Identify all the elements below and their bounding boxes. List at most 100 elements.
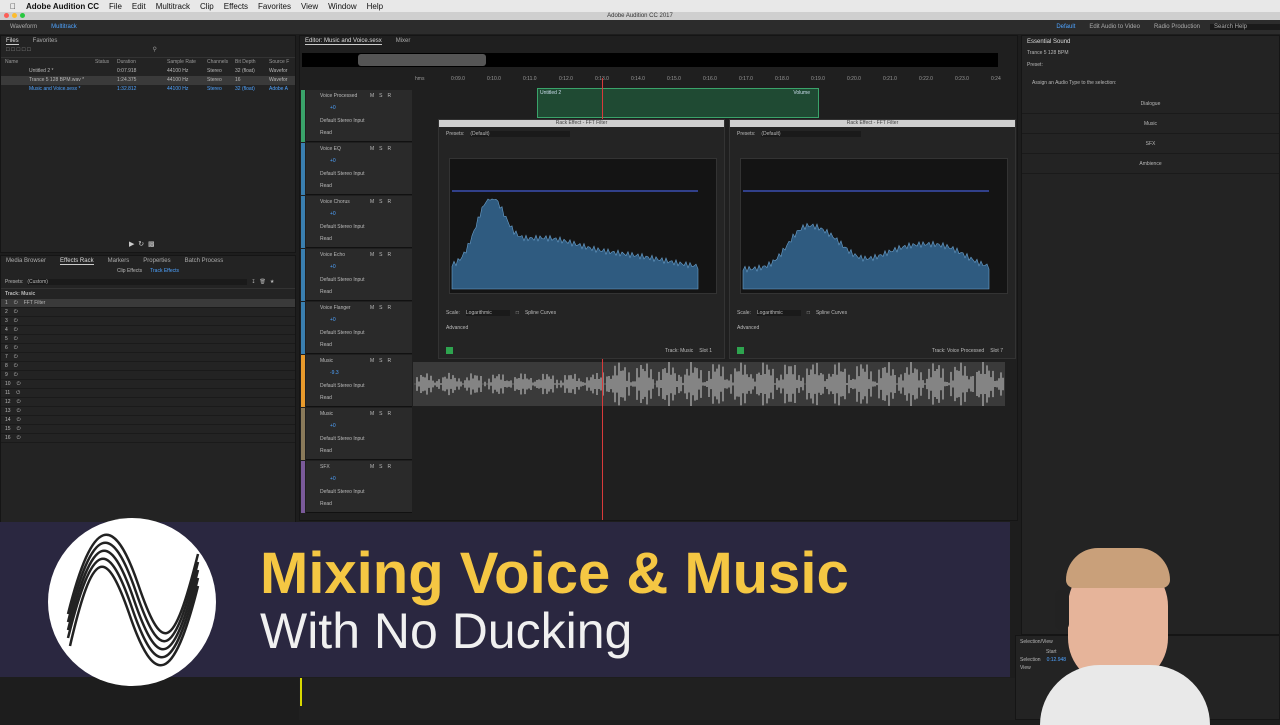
- effect-slot[interactable]: 9 ⏻: [1, 371, 295, 380]
- multitrack-button[interactable]: Multitrack: [47, 24, 81, 30]
- power-icon[interactable]: ⏻: [14, 363, 18, 369]
- power-icon[interactable]: ⏻: [17, 435, 21, 441]
- track-automation-mode[interactable]: Read: [320, 183, 332, 189]
- fft-presets-select[interactable]: (Default): [761, 131, 862, 137]
- essential-preset[interactable]: Preset:: [1022, 58, 1279, 72]
- track-name[interactable]: Voice Chorus: [320, 199, 350, 205]
- overview-bar[interactable]: [302, 53, 998, 67]
- track-name[interactable]: SFX: [320, 464, 330, 470]
- track-volume[interactable]: -9.3: [330, 370, 339, 376]
- tab-track-effects[interactable]: Track Effects: [150, 268, 179, 274]
- table-row[interactable]: Trance 5 128 BPM.wav * 1:24.375 44100 Hz…: [1, 76, 295, 85]
- col-source[interactable]: Source F: [269, 58, 295, 67]
- track-input[interactable]: Default Stereo Input: [320, 224, 364, 230]
- power-icon[interactable]: ⏻: [17, 426, 21, 432]
- track-header[interactable]: Voice Processed MSR +0 Default Stereo In…: [301, 90, 412, 142]
- spline-checkbox[interactable]: □: [807, 310, 810, 316]
- track-name[interactable]: Music: [320, 358, 333, 364]
- power-icon[interactable]: ⏻: [16, 390, 20, 396]
- power-icon[interactable]: [446, 347, 453, 354]
- track-header[interactable]: Music MSR +0 Default Stereo Input Read: [301, 408, 412, 460]
- effect-slot[interactable]: 15 ⏻: [1, 425, 295, 434]
- col-bit-depth[interactable]: Bit Depth: [235, 58, 269, 67]
- mute-solo-record[interactable]: MSR: [370, 464, 396, 470]
- effect-slot[interactable]: 13 ⏻: [1, 407, 295, 416]
- track-volume[interactable]: +0: [330, 211, 336, 217]
- track-automation-mode[interactable]: Read: [320, 342, 332, 348]
- tab-batch[interactable]: Batch Process: [185, 258, 224, 264]
- zoom-navigator[interactable]: [358, 54, 486, 66]
- fft-graph[interactable]: [449, 158, 717, 294]
- mute-solo-record[interactable]: MSR: [370, 146, 396, 152]
- fft-title[interactable]: Rack Effect - FFT Filter: [730, 120, 1015, 127]
- music-clip[interactable]: [413, 361, 1005, 407]
- close-icon[interactable]: [4, 13, 9, 18]
- mute-solo-record[interactable]: MSR: [370, 199, 396, 205]
- save-preset-icon[interactable]: ↧: [251, 279, 255, 285]
- favorite-icon[interactable]: ★: [270, 279, 274, 285]
- mute-solo-record[interactable]: MSR: [370, 93, 396, 99]
- play-icon[interactable]: ▶: [129, 241, 134, 248]
- effect-slot[interactable]: 14 ⏻: [1, 416, 295, 425]
- track-header[interactable]: Voice Flanger MSR +0 Default Stereo Inpu…: [301, 302, 412, 354]
- menu-window[interactable]: Window: [328, 2, 356, 11]
- power-icon[interactable]: ⏻: [17, 381, 21, 387]
- effect-slot[interactable]: 1 ⏻ FFT Filter: [1, 299, 295, 308]
- track-automation-mode[interactable]: Read: [320, 501, 332, 507]
- mute-solo-record[interactable]: MSR: [370, 305, 396, 311]
- advanced-toggle[interactable]: Advanced: [446, 325, 468, 331]
- track-name[interactable]: Voice Flanger: [320, 305, 351, 311]
- power-icon[interactable]: ⏻: [14, 345, 18, 351]
- scale-select[interactable]: Logarithmic: [756, 310, 801, 316]
- voice-clip[interactable]: Untitled 2 Volume: [537, 88, 819, 118]
- workspace-radio[interactable]: Radio Production: [1150, 24, 1204, 30]
- track-volume[interactable]: +0: [330, 105, 336, 111]
- track-input[interactable]: Default Stereo Input: [320, 383, 364, 389]
- tab-effects-rack[interactable]: Effects Rack: [60, 258, 94, 265]
- app-menu[interactable]: Adobe Audition CC: [26, 2, 99, 11]
- menu-view[interactable]: View: [301, 2, 318, 11]
- power-icon[interactable]: [737, 347, 744, 354]
- track-automation-mode[interactable]: Read: [320, 236, 332, 242]
- fft-presets-select[interactable]: (Default): [470, 131, 571, 137]
- audio-type-button[interactable]: Dialogue: [1022, 94, 1279, 114]
- col-status[interactable]: Status: [95, 58, 117, 67]
- effect-slot[interactable]: 16 ⏻: [1, 434, 295, 443]
- loop-icon[interactable]: ↻: [138, 241, 144, 248]
- audio-type-button[interactable]: Ambience: [1022, 154, 1279, 174]
- power-icon[interactable]: ⏻: [14, 336, 18, 342]
- tab-properties[interactable]: Properties: [143, 258, 170, 264]
- track-header[interactable]: Music MSR -9.3 Default Stereo Input Read: [301, 355, 412, 407]
- track-input[interactable]: Default Stereo Input: [320, 489, 364, 495]
- track-input[interactable]: Default Stereo Input: [320, 118, 364, 124]
- effect-slot[interactable]: 5 ⏻: [1, 335, 295, 344]
- effect-slot[interactable]: 11 ⏻: [1, 389, 295, 398]
- effect-slot[interactable]: 2 ⏻: [1, 308, 295, 317]
- track-name[interactable]: Voice Processed: [320, 93, 357, 99]
- workspace-edit-video[interactable]: Edit Audio to Video: [1085, 24, 1144, 30]
- tab-mixer[interactable]: Mixer: [396, 38, 411, 44]
- track-name[interactable]: Voice Echo: [320, 252, 345, 258]
- power-icon[interactable]: ⏻: [14, 300, 18, 306]
- search-help-input[interactable]: Search Help: [1210, 24, 1280, 30]
- apple-icon[interactable]: : [10, 2, 16, 11]
- tab-markers[interactable]: Markers: [108, 258, 130, 264]
- track-automation-mode[interactable]: Read: [320, 448, 332, 454]
- autoplay-icon[interactable]: ▩: [148, 241, 155, 248]
- fft-title[interactable]: Rack Effect - FFT Filter: [439, 120, 724, 127]
- presets-select[interactable]: (Custom): [27, 279, 248, 285]
- advanced-toggle[interactable]: Advanced: [737, 325, 759, 331]
- maximize-icon[interactable]: [20, 13, 25, 18]
- tab-favorites[interactable]: Favorites: [33, 38, 58, 44]
- track-name[interactable]: Voice EQ: [320, 146, 341, 152]
- power-icon[interactable]: ⏻: [17, 417, 21, 423]
- track-input[interactable]: Default Stereo Input: [320, 171, 364, 177]
- search-icon[interactable]: ⚲: [152, 47, 156, 53]
- power-icon[interactable]: ⏻: [17, 408, 21, 414]
- effect-slot[interactable]: 6 ⏻: [1, 344, 295, 353]
- track-volume[interactable]: +0: [330, 423, 336, 429]
- mute-solo-record[interactable]: MSR: [370, 252, 396, 258]
- time-ruler[interactable]: hms0:09.00:10.00:11.00:12.00:13.00:14.00…: [415, 76, 1017, 86]
- menu-favorites[interactable]: Favorites: [258, 2, 291, 11]
- track-input[interactable]: Default Stereo Input: [320, 277, 364, 283]
